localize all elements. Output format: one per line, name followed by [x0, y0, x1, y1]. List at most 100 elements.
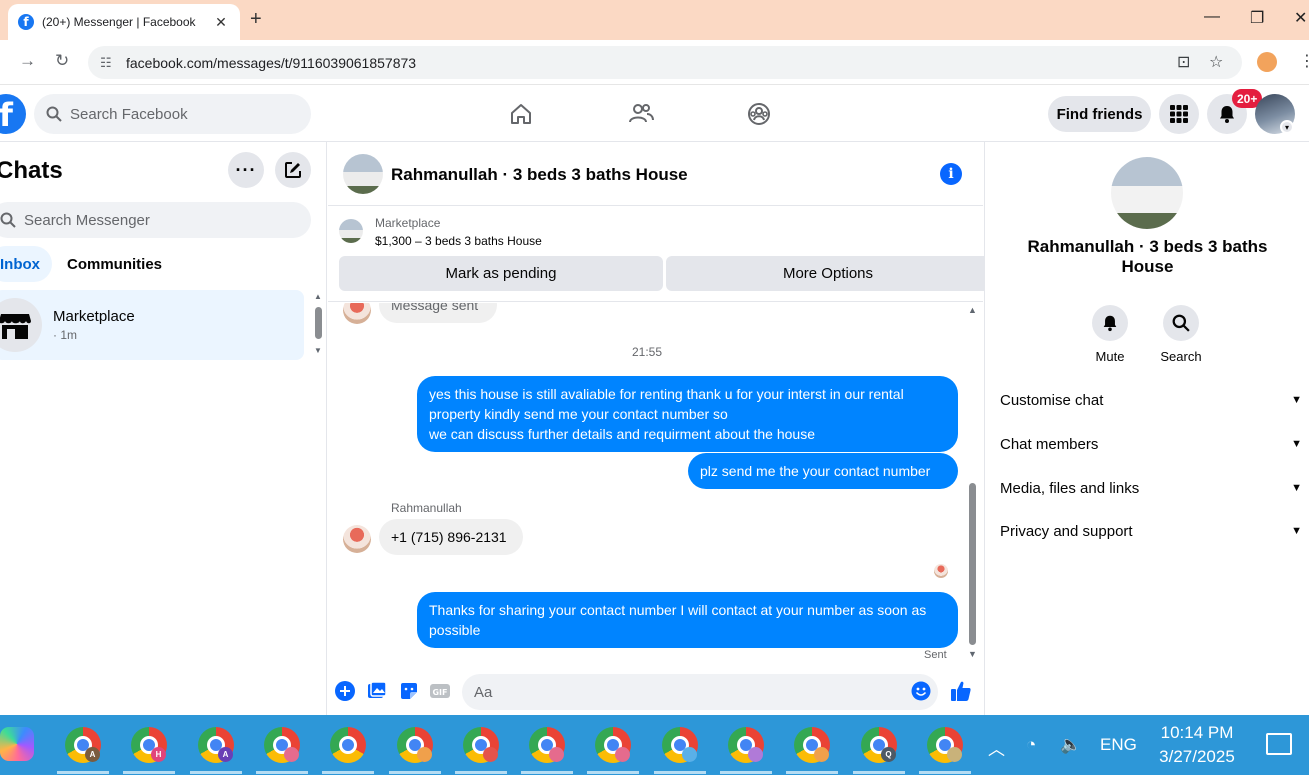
friends-icon[interactable]: [627, 100, 655, 128]
facebook-search-input[interactable]: [70, 105, 290, 123]
tab-close-icon[interactable]: ✕: [212, 14, 230, 31]
scroll-down-arrow-icon[interactable]: ▼: [314, 346, 322, 355]
taskbar-clock[interactable]: 10:14 PM 3/27/2025: [1148, 721, 1246, 769]
conversation-scrollbar[interactable]: ▲ ▼: [966, 303, 980, 659]
mute-action[interactable]: Mute: [1080, 305, 1140, 364]
sender-name: Rahmanullah: [391, 501, 462, 515]
find-friends-button[interactable]: Find friends: [1048, 96, 1151, 132]
new-tab-icon[interactable]: +: [250, 8, 262, 31]
thumbs-up-icon[interactable]: [950, 680, 972, 702]
taskbar-chrome-app-icon[interactable]: [264, 727, 300, 763]
messenger-search-input[interactable]: [24, 211, 284, 229]
listing-avatar[interactable]: [1111, 157, 1183, 229]
info-panel-name: Rahmanullah · 3 beds 3 baths House: [1027, 237, 1268, 276]
scroll-up-arrow-icon[interactable]: ▲: [314, 292, 322, 301]
bookmark-star-icon[interactable]: ☆: [1209, 52, 1223, 72]
taskbar-chrome-app-icon[interactable]: [330, 727, 366, 763]
compose-icon: [285, 162, 301, 178]
notification-center-icon[interactable]: [1266, 733, 1292, 755]
section-customise-chat[interactable]: Customise chat ▼: [1000, 385, 1302, 415]
taskbar-chrome-app-icon[interactable]: Q: [861, 727, 897, 763]
taskbar-chrome-app-icon[interactable]: [529, 727, 565, 763]
profile-badge: [549, 747, 564, 762]
message-input[interactable]: [462, 674, 938, 710]
mute-button[interactable]: [1092, 305, 1128, 341]
profile-badge: A: [85, 747, 100, 762]
listing-title[interactable]: $1,300 – 3 beds 3 baths House: [375, 234, 542, 248]
home-icon[interactable]: [507, 100, 535, 128]
sticker-icon[interactable]: [399, 681, 419, 701]
show-hidden-icons-chevron-up-icon[interactable]: ︿: [988, 735, 1005, 760]
taskbar-chrome-app-icon[interactable]: [728, 727, 764, 763]
bell-icon: [1103, 315, 1117, 332]
emoji-icon[interactable]: [911, 681, 931, 701]
more-options-button[interactable]: More Options: [666, 256, 990, 291]
running-app-indicator: [389, 771, 441, 774]
scroll-up-arrow-icon[interactable]: ▲: [968, 305, 977, 315]
taskbar-chrome-app-icon[interactable]: [927, 727, 963, 763]
browser-tab-messenger[interactable]: f (20+) Messenger | Facebook ✕: [8, 4, 240, 40]
facebook-logo-icon[interactable]: f: [0, 94, 26, 134]
reload-icon[interactable]: ↻: [55, 51, 69, 71]
chat-list-scrollbar[interactable]: ▲ ▼: [313, 292, 323, 358]
conversation-avatar[interactable]: [343, 154, 383, 194]
taskbar-chrome-app-icon[interactable]: [662, 727, 698, 763]
taskbar-chrome-app-icon[interactable]: [595, 727, 631, 763]
site-settings-icon[interactable]: ☷: [100, 55, 118, 71]
storefront-icon: [0, 314, 31, 339]
mark-as-pending-button[interactable]: Mark as pending: [339, 256, 663, 291]
install-app-icon[interactable]: ⊡: [1177, 52, 1190, 72]
taskbar-chrome-app-icon[interactable]: [397, 727, 433, 763]
section-label: Media, files and links: [1000, 479, 1140, 497]
sender-avatar: [343, 303, 371, 324]
seen-receipt-avatar: [934, 564, 948, 578]
photo-icon[interactable]: [367, 681, 387, 701]
search-action[interactable]: Search: [1151, 305, 1211, 364]
conversation-title[interactable]: Rahmanullah · 3 beds 3 baths House: [391, 165, 688, 185]
chat-item-marketplace[interactable]: Marketplace · 1m: [0, 290, 304, 360]
account-chevron-down-icon[interactable]: ▾: [1280, 120, 1294, 134]
restore-window-icon[interactable]: ❐: [1250, 8, 1264, 28]
taskbar-chrome-app-icon[interactable]: A: [65, 727, 101, 763]
browser-menu-icon[interactable]: ⋮: [1299, 51, 1309, 71]
taskbar-chrome-app-icon[interactable]: [794, 727, 830, 763]
forward-icon[interactable]: →: [19, 51, 36, 71]
profile-badge: Q: [881, 747, 896, 762]
scroll-down-arrow-icon[interactable]: ▼: [968, 649, 977, 659]
new-message-button[interactable]: [275, 152, 311, 188]
facebook-search[interactable]: [34, 94, 311, 134]
profile-badge: [682, 747, 697, 762]
gif-icon[interactable]: GIF: [430, 681, 450, 701]
taskbar-chrome-app-icon[interactable]: [463, 727, 499, 763]
browser-toolbar: → ↻ ☷ facebook.com/messages/t/9116039061…: [0, 40, 1309, 85]
volume-icon[interactable]: 🔈: [1060, 735, 1081, 755]
section-chat-members[interactable]: Chat members ▼: [1000, 429, 1302, 459]
scrollbar-thumb[interactable]: [969, 483, 976, 645]
listing-thumbnail[interactable]: [339, 219, 363, 243]
copilot-icon[interactable]: [0, 727, 34, 761]
conversation-info-icon[interactable]: i: [940, 163, 962, 185]
language-indicator[interactable]: ENG: [1100, 735, 1137, 755]
close-window-icon[interactable]: ✕: [1294, 8, 1307, 28]
section-privacy-support[interactable]: Privacy and support ▼: [1000, 516, 1302, 546]
tab-communities[interactable]: Communities: [55, 246, 174, 282]
plus-circle-icon[interactable]: [335, 681, 355, 701]
message-bubble-sent: Thanks for sharing your contact number I…: [417, 592, 958, 648]
wifi-icon[interactable]: ◔: [1026, 735, 1036, 755]
message-bubble-sent: yes this house is still avaliable for re…: [417, 376, 958, 452]
taskbar-chrome-app-icon[interactable]: H: [131, 727, 167, 763]
section-media-files-links[interactable]: Media, files and links ▼: [1000, 473, 1302, 503]
taskbar-chrome-app-icon[interactable]: A: [198, 727, 234, 763]
address-bar[interactable]: ☷ facebook.com/messages/t/91160390618578…: [88, 46, 1242, 79]
minimize-window-icon[interactable]: —: [1204, 8, 1220, 26]
chat-options-button[interactable]: ···: [228, 152, 264, 188]
messenger-search[interactable]: [0, 202, 311, 238]
search-conversation-button[interactable]: [1163, 305, 1199, 341]
groups-icon[interactable]: [745, 100, 773, 128]
browser-profile-avatar[interactable]: [1257, 52, 1277, 72]
chevron-down-icon: ▼: [1291, 482, 1302, 494]
scrollbar-thumb[interactable]: [315, 307, 322, 339]
menu-grid-button[interactable]: [1159, 94, 1199, 134]
tab-inbox[interactable]: Inbox: [0, 246, 52, 282]
marketplace-listing-box: Marketplace $1,300 – 3 beds 3 baths Hous…: [328, 207, 990, 302]
